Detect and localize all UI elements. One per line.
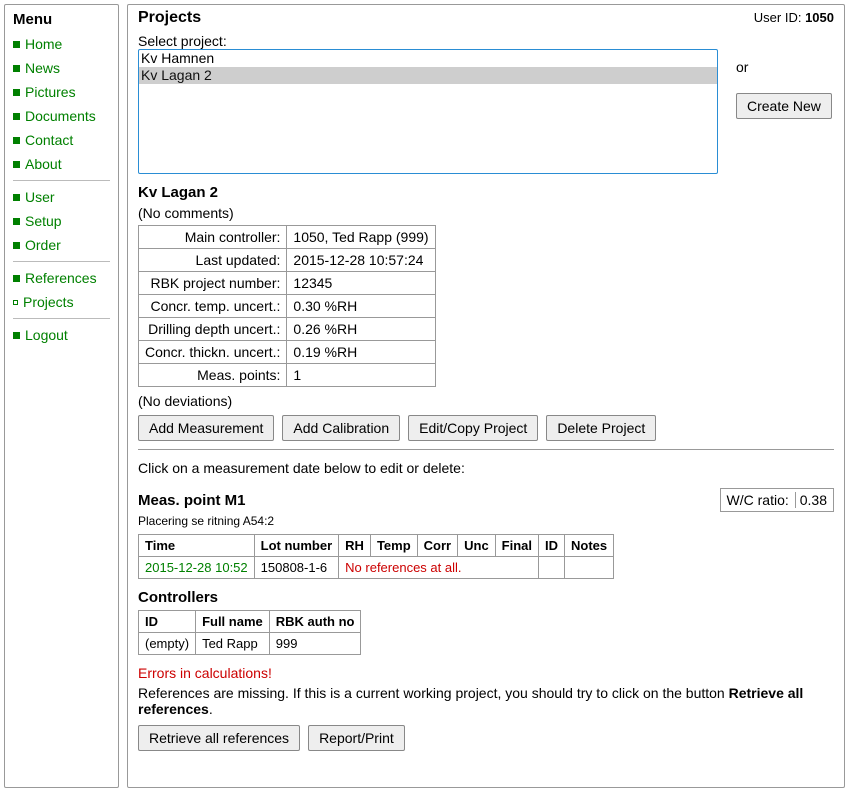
controller-auth: 999 — [269, 633, 361, 655]
measurement-time-link[interactable]: 2015-12-28 10:52 — [139, 557, 255, 579]
controller-name: Ted Rapp — [196, 633, 270, 655]
menu-item-references[interactable]: References — [25, 270, 97, 286]
create-new-button[interactable]: Create New — [736, 93, 832, 119]
square-bullet-icon — [13, 218, 20, 225]
section-divider — [138, 449, 834, 450]
menu-divider — [13, 261, 110, 262]
menu-item-pictures[interactable]: Pictures — [25, 84, 76, 100]
errors-text: References are missing. If this is a cur… — [138, 685, 834, 717]
controllers-title: Controllers — [138, 589, 834, 606]
instruction-text: Click on a measurement date below to edi… — [138, 460, 834, 476]
controllers-table: IDFull nameRBK auth no (empty) Ted Rapp … — [138, 610, 361, 655]
add-measurement-button[interactable]: Add Measurement — [138, 415, 274, 441]
user-id: User ID: 1050 — [754, 10, 834, 25]
menu-item-home[interactable]: Home — [25, 36, 62, 52]
no-references-msg: No references at all. — [339, 557, 539, 579]
menu-item-user[interactable]: User — [25, 189, 55, 205]
square-bullet-icon — [13, 275, 20, 282]
project-props-table: Main controller:1050, Ted Rapp (999)Last… — [138, 225, 436, 387]
square-bullet-icon — [13, 161, 20, 168]
square-bullet-icon — [13, 300, 18, 305]
measurements-table: TimeLot numberRHTempCorrUncFinalIDNotes … — [138, 534, 614, 579]
menu-item-news[interactable]: News — [25, 60, 60, 76]
menu-divider — [13, 318, 110, 319]
report-print-button[interactable]: Report/Print — [308, 725, 405, 751]
controller-id: (empty) — [139, 633, 196, 655]
no-deviations: (No deviations) — [138, 393, 834, 409]
menu-title: Menu — [13, 11, 110, 28]
select-label: Select project: — [138, 33, 834, 49]
menu-item-about[interactable]: About — [25, 156, 62, 172]
page-title: Projects — [138, 9, 201, 27]
table-row: 2015-12-28 10:52 150808-1-6 No reference… — [139, 557, 614, 579]
errors-title: Errors in calculations! — [138, 665, 834, 681]
menu-item-contact[interactable]: Contact — [25, 132, 73, 148]
delete-project-button[interactable]: Delete Project — [546, 415, 656, 441]
menu-divider — [13, 180, 110, 181]
menu-item-projects[interactable]: Projects — [23, 294, 74, 310]
or-text: or — [736, 59, 832, 75]
square-bullet-icon — [13, 41, 20, 48]
menu-item-logout[interactable]: Logout — [25, 327, 68, 343]
sidebar: Menu Home News Pictures Documents Contact Abo… — [4, 4, 119, 788]
square-bullet-icon — [13, 194, 20, 201]
square-bullet-icon — [13, 332, 20, 339]
meas-point-title: Meas. point M1 — [138, 492, 246, 509]
menu-item-setup[interactable]: Setup — [25, 213, 62, 229]
menu-item-documents[interactable]: Documents — [25, 108, 96, 124]
project-name: Kv Lagan 2 — [138, 184, 834, 201]
square-bullet-icon — [13, 89, 20, 96]
project-select[interactable]: Kv HamnenKv Lagan 2 — [138, 49, 718, 174]
square-bullet-icon — [13, 65, 20, 72]
wc-ratio-box: W/C ratio: 0.38 — [720, 488, 834, 512]
retrieve-references-button[interactable]: Retrieve all references — [138, 725, 300, 751]
no-comments: (No comments) — [138, 205, 834, 221]
menu-item-order[interactable]: Order — [25, 237, 61, 253]
square-bullet-icon — [13, 242, 20, 249]
meas-point-sub: Placering se ritning A54:2 — [138, 514, 834, 528]
add-calibration-button[interactable]: Add Calibration — [282, 415, 400, 441]
square-bullet-icon — [13, 137, 20, 144]
square-bullet-icon — [13, 113, 20, 120]
table-row: (empty) Ted Rapp 999 — [139, 633, 361, 655]
content: Projects User ID: 1050 Select project: K… — [127, 4, 845, 788]
edit-copy-project-button[interactable]: Edit/Copy Project — [408, 415, 538, 441]
lot-number: 150808-1-6 — [254, 557, 339, 579]
